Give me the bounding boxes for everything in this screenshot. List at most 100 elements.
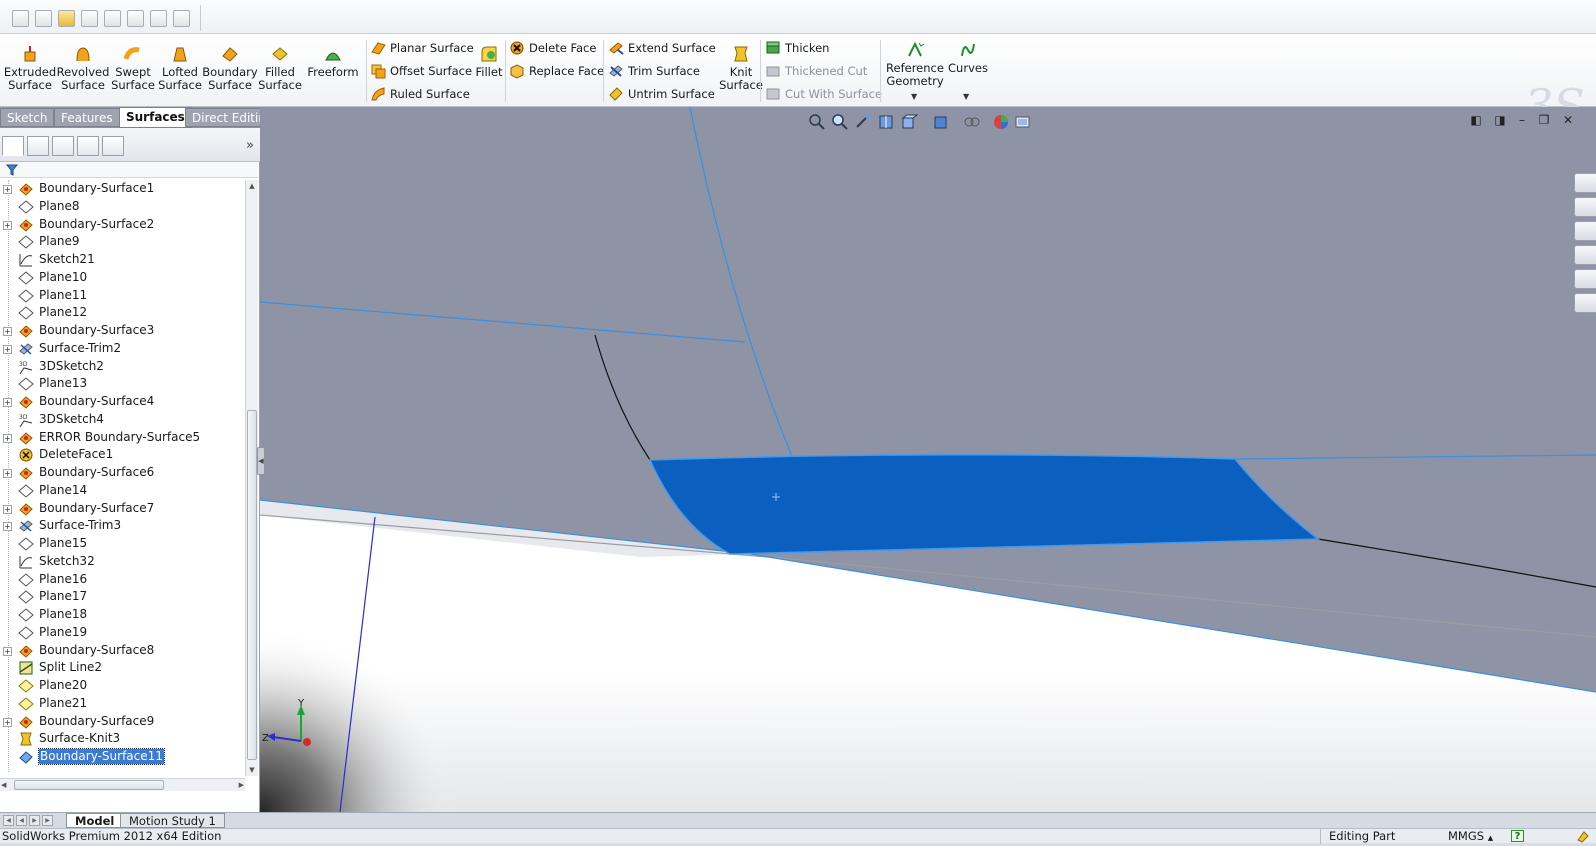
rebuild-status-icon[interactable] <box>1576 830 1590 843</box>
edit-appearance-icon[interactable] <box>992 113 1010 131</box>
feature-tree-tab-icon[interactable] <box>2 136 24 156</box>
tree-item-plane8[interactable]: Plane8 <box>0 198 245 216</box>
print-icon[interactable] <box>104 10 121 27</box>
tile-left-icon[interactable]: ◧ <box>1468 113 1484 127</box>
tab-features[interactable]: Features <box>54 108 120 127</box>
help-icon[interactable]: ? <box>1511 830 1524 842</box>
hide-show-items-icon[interactable] <box>963 113 981 131</box>
configuration-manager-tab-icon[interactable] <box>52 136 74 156</box>
curves-button[interactable]: Curves <box>945 40 991 75</box>
extend-surface-button[interactable]: Extend Surface <box>606 38 716 58</box>
tree-item-plane14[interactable]: Plane14 <box>0 482 245 500</box>
tree-item-boundary-surface6[interactable]: + Boundary-Surface6 <box>0 464 245 482</box>
thickened-cut-button[interactable]: Thickened Cut <box>763 61 867 81</box>
tree-item-boundary-surface2[interactable]: + Boundary-Surface2 <box>0 216 245 234</box>
tree-item-boundary-surface1[interactable]: + Boundary-Surface1 <box>0 180 245 198</box>
tree-item-plane11[interactable]: Plane11 <box>0 287 245 305</box>
planar-surface-button[interactable]: Planar Surface <box>368 38 474 58</box>
freeform-button[interactable]: Freeform <box>303 44 363 79</box>
graphics-area[interactable]: Y Z <box>260 107 1596 812</box>
next-tab-icon[interactable]: ▶ <box>29 815 40 826</box>
folder-icon[interactable] <box>58 10 75 27</box>
units-selector[interactable]: MMGS ▲ <box>1440 829 1500 846</box>
trim-surface-button[interactable]: Trim Surface <box>606 61 700 81</box>
expand-toggle-icon[interactable]: + <box>3 398 12 407</box>
scroll-left-icon[interactable]: ◀ <box>1 779 6 791</box>
tree-horizontal-scrollbar[interactable]: ◀ ▶ <box>0 778 245 791</box>
tree-item-plane10[interactable]: Plane10 <box>0 269 245 287</box>
tree-item-boundary-surface11[interactable]: Boundary-Surface11 <box>0 748 245 766</box>
expand-toggle-icon[interactable]: + <box>3 504 12 514</box>
tree-item-3dsketch4[interactable]: 3D 3DSketch4 <box>0 411 245 429</box>
cut-with-surface-button[interactable]: Cut With Surface <box>763 84 882 104</box>
tree-item-boundary-surface4[interactable]: + Boundary-Surface4 <box>0 393 245 411</box>
reference-geometry-button[interactable]: Reference Geometry <box>880 40 950 88</box>
view-palette-icon[interactable] <box>1574 245 1596 265</box>
save-icon[interactable] <box>81 10 98 27</box>
tree-item-boundary-surface9[interactable]: + Boundary-Surface9 <box>0 713 245 731</box>
untrim-surface-button[interactable]: Untrim Surface <box>606 84 715 104</box>
panel-collapse-handle[interactable]: ◀ <box>257 447 265 475</box>
tree-item-plane13[interactable]: Plane13 <box>0 375 245 393</box>
zoom-to-area-icon[interactable] <box>831 113 849 131</box>
view-orientation-icon[interactable] <box>900 113 918 131</box>
last-tab-icon[interactable]: ▶ <box>42 815 53 826</box>
delete-face-button[interactable]: Delete Face <box>507 38 596 58</box>
tree-item-3dsketch2[interactable]: 3D 3DSketch2 <box>0 358 245 376</box>
tree-item-plane19[interactable]: Plane19 <box>0 624 245 642</box>
file-explorer-icon[interactable] <box>1574 221 1596 241</box>
expand-panel-icon[interactable]: » <box>246 138 254 153</box>
design-library-icon[interactable] <box>1574 197 1596 217</box>
tree-item-surface-trim2[interactable]: + Surface-Trim2 <box>0 340 245 358</box>
replace-face-button[interactable]: Replace Face <box>507 61 604 81</box>
display-style-icon[interactable] <box>932 113 950 131</box>
tree-item-plane18[interactable]: Plane18 <box>0 606 245 624</box>
tree-item-plane17[interactable]: Plane17 <box>0 588 245 606</box>
tree-item-boundary-surface7[interactable]: + Boundary-Surface7 <box>0 500 245 518</box>
tab-surfaces[interactable]: Surfaces <box>119 107 192 128</box>
hscroll-thumb[interactable] <box>14 780 164 790</box>
property-manager-tab-icon[interactable] <box>27 136 49 156</box>
scroll-up-icon[interactable]: ▲ <box>246 180 258 192</box>
tree-item-boundary-surface3[interactable]: + Boundary-Surface3 <box>0 322 245 340</box>
dimxpert-manager-tab-icon[interactable] <box>77 136 99 156</box>
tree-item-sketch32[interactable]: Sketch32 <box>0 553 245 571</box>
expand-toggle-icon[interactable]: + <box>3 344 12 354</box>
rebuild-icon[interactable] <box>150 10 167 27</box>
model-view[interactable]: Y Z <box>260 107 1596 812</box>
prev-tab-icon[interactable]: ◀ <box>16 815 27 826</box>
tree-item-plane12[interactable]: Plane12 <box>0 304 245 322</box>
first-tab-icon[interactable]: ◀ <box>3 815 14 826</box>
extruded-surface-button[interactable]: Extruded Surface <box>0 44 60 92</box>
tree-item-plane16[interactable]: Plane16 <box>0 571 245 589</box>
tree-item-plane21[interactable]: Plane21 <box>0 695 245 713</box>
zoom-to-fit-icon[interactable] <box>808 113 826 131</box>
expand-toggle-icon[interactable]: + <box>3 522 12 532</box>
ruled-surface-button[interactable]: Ruled Surface <box>368 84 470 104</box>
tree-item-sketch21[interactable]: Sketch21 <box>0 251 245 269</box>
scroll-thumb[interactable] <box>247 410 257 760</box>
undo-icon[interactable] <box>127 10 144 27</box>
bottom-tab-model[interactable]: Model <box>66 813 124 828</box>
filled-surface-button[interactable]: Filled Surface <box>250 44 310 92</box>
curves-dropdown-icon[interactable]: ▼ <box>963 92 969 101</box>
filter-icon[interactable] <box>6 164 18 176</box>
tab-sketch[interactable]: Sketch <box>0 108 55 127</box>
expand-toggle-icon[interactable]: + <box>3 646 12 656</box>
solidworks-resources-icon[interactable] <box>1574 173 1596 193</box>
new-document-icon[interactable] <box>12 10 29 27</box>
custom-properties-icon[interactable] <box>1574 293 1596 313</box>
expand-toggle-icon[interactable]: + <box>3 433 12 443</box>
tree-filter-bar[interactable] <box>0 162 258 178</box>
options-icon[interactable] <box>173 10 190 27</box>
appearances-icon[interactable] <box>1574 269 1596 289</box>
tree-item-plane20[interactable]: Plane20 <box>0 677 245 695</box>
scroll-down-icon[interactable]: ▼ <box>246 764 258 776</box>
expand-toggle-icon[interactable]: + <box>3 327 12 336</box>
display-manager-tab-icon[interactable] <box>102 136 124 156</box>
offset-surface-button[interactable]: Offset Surface <box>368 61 472 81</box>
minimize-icon[interactable]: – <box>1514 113 1530 127</box>
tree-item-surface-trim3[interactable]: + Surface-Trim3 <box>0 517 245 535</box>
section-view-icon[interactable] <box>877 113 895 131</box>
tree-item-deleteface1[interactable]: DeleteFace1 <box>0 446 245 464</box>
